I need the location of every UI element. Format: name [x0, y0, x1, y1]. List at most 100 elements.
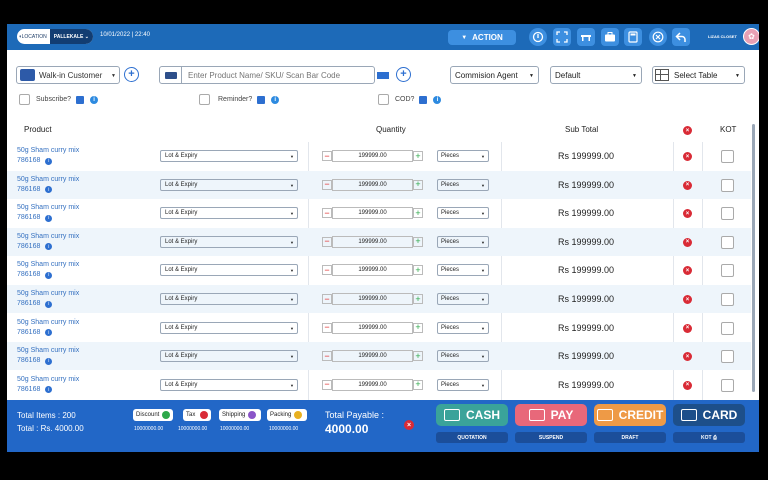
- info-icon[interactable]: i: [45, 157, 53, 165]
- lot-expiry-select[interactable]: Lot & Expiry ▼: [160, 378, 298, 391]
- info-icon[interactable]: i: [45, 271, 53, 279]
- decrease-quantity-button[interactable]: −: [322, 265, 332, 276]
- increase-quantity-button[interactable]: +: [413, 265, 423, 276]
- unit-select[interactable]: Pieces ▼: [437, 378, 489, 391]
- product-name[interactable]: 50g Sham curry mix: [17, 346, 79, 356]
- back-arrow-icon[interactable]: [672, 28, 690, 46]
- quantity-input[interactable]: 199999.00: [332, 321, 413, 334]
- quantity-input[interactable]: 199999.00: [332, 350, 413, 363]
- cancel-sale-button[interactable]: ×: [404, 420, 414, 430]
- product-cell[interactable]: 50g Sham curry mix 786168 i: [17, 375, 79, 395]
- kot-checkbox[interactable]: [721, 350, 734, 364]
- edit-icon[interactable]: [419, 95, 428, 104]
- lot-expiry-select[interactable]: Lot & Expiry ▼: [160, 207, 298, 220]
- calculator-icon[interactable]: [624, 28, 642, 46]
- lot-expiry-select[interactable]: Lot & Expiry ▼: [160, 264, 298, 277]
- close-circle-icon[interactable]: [649, 28, 667, 46]
- avatar[interactable]: ✿: [743, 28, 759, 45]
- decrease-quantity-button[interactable]: −: [322, 379, 332, 390]
- edit-icon[interactable]: [76, 95, 85, 104]
- unit-select[interactable]: Pieces ▼: [437, 321, 489, 334]
- product-name[interactable]: 50g Sham curry mix: [17, 175, 79, 185]
- kot-checkbox[interactable]: [721, 178, 734, 192]
- remove-row-icon[interactable]: ×: [683, 180, 692, 190]
- quantity-input[interactable]: 199999.00: [332, 207, 413, 220]
- info-icon[interactable]: i: [433, 95, 442, 104]
- info-icon[interactable]: i: [90, 95, 99, 104]
- pay-button[interactable]: PAY: [515, 404, 587, 426]
- kot-checkbox[interactable]: [721, 264, 734, 278]
- location-selector[interactable]: LOCATION PALLEKALE ⌄: [17, 29, 93, 44]
- info-icon[interactable]: i: [45, 300, 53, 308]
- commission-agent-select[interactable]: Commision Agent ▼: [450, 66, 539, 84]
- info-icon[interactable]: i: [45, 357, 53, 365]
- product-name[interactable]: 50g Sham curry mix: [17, 375, 79, 385]
- product-name[interactable]: 50g Sham curry mix: [17, 232, 79, 242]
- product-cell[interactable]: 50g Sham curry mix 786168 i: [17, 260, 79, 280]
- product-cell[interactable]: 50g Sham curry mix 786168 i: [17, 346, 79, 366]
- increase-quantity-button[interactable]: +: [413, 208, 423, 219]
- increase-quantity-button[interactable]: +: [413, 151, 423, 161]
- card-button[interactable]: CARD: [673, 404, 745, 426]
- unit-select[interactable]: Pieces ▼: [437, 293, 489, 305]
- kot-checkbox[interactable]: [721, 235, 734, 249]
- product-cell[interactable]: 50g Sham curry mix 786168 i: [17, 289, 79, 309]
- info-icon[interactable]: i: [45, 243, 53, 251]
- kot-checkbox[interactable]: [721, 378, 734, 392]
- increase-quantity-button[interactable]: +: [413, 351, 423, 362]
- unit-select[interactable]: Pieces ▼: [437, 350, 489, 363]
- decrease-quantity-button[interactable]: −: [322, 236, 332, 247]
- decrease-quantity-button[interactable]: −: [322, 208, 332, 219]
- decrease-quantity-button[interactable]: −: [322, 294, 332, 304]
- quantity-input[interactable]: 199999.00: [332, 178, 413, 191]
- reminder-checkbox[interactable]: [199, 94, 210, 105]
- quantity-input[interactable]: 199999.00: [332, 264, 413, 277]
- pricing-group-select[interactable]: Default ▼: [550, 66, 642, 84]
- action-button[interactable]: ▼ ACTION: [448, 30, 516, 45]
- product-name[interactable]: 50g Sham curry mix: [17, 203, 79, 213]
- product-name[interactable]: 50g Sham curry mix: [17, 289, 79, 299]
- product-cell[interactable]: 50g Sham curry mix 786168 i: [17, 318, 79, 338]
- remove-row-icon[interactable]: ×: [683, 266, 692, 276]
- decrease-quantity-button[interactable]: −: [322, 151, 332, 161]
- product-cell[interactable]: 50g Sham curry mix 786168 i: [17, 175, 79, 195]
- increase-quantity-button[interactable]: +: [413, 379, 423, 390]
- remove-row-icon[interactable]: ×: [683, 380, 692, 390]
- tax-button[interactable]: Tax: [183, 409, 211, 421]
- decrease-quantity-button[interactable]: −: [322, 351, 332, 362]
- increase-quantity-button[interactable]: +: [413, 179, 423, 190]
- kot-button[interactable]: KOT ⎙: [673, 432, 745, 443]
- customer-select[interactable]: Walk-in Customer ▼: [16, 66, 120, 84]
- unit-select[interactable]: Pieces ▼: [437, 207, 489, 220]
- kot-checkbox[interactable]: [721, 293, 734, 306]
- add-customer-button[interactable]: +: [124, 67, 139, 82]
- info-icon[interactable]: i: [45, 386, 53, 394]
- briefcase-icon[interactable]: [601, 28, 619, 46]
- product-cell[interactable]: 50g Sham curry mix 786168 i: [17, 203, 79, 223]
- lot-expiry-select[interactable]: Lot & Expiry ▼: [160, 235, 298, 248]
- increase-quantity-button[interactable]: +: [413, 294, 423, 304]
- barcode-icon[interactable]: [377, 72, 389, 79]
- subscribe-checkbox[interactable]: [19, 94, 30, 105]
- quantity-input[interactable]: 199999.00: [332, 150, 413, 162]
- unit-select[interactable]: Pieces ▼: [437, 150, 489, 162]
- remove-row-icon[interactable]: ×: [683, 152, 692, 161]
- decrease-quantity-button[interactable]: −: [322, 179, 332, 190]
- kot-checkbox[interactable]: [721, 207, 734, 221]
- product-name[interactable]: 50g Sham curry mix: [17, 318, 79, 328]
- info-icon[interactable]: i: [45, 214, 53, 222]
- quotation-button[interactable]: QUOTATION: [436, 432, 508, 443]
- remove-row-icon[interactable]: ×: [683, 323, 692, 333]
- unit-select[interactable]: Pieces ▼: [437, 178, 489, 191]
- unit-select[interactable]: Pieces ▼: [437, 235, 489, 248]
- remove-row-icon[interactable]: ×: [683, 209, 692, 219]
- credit-button[interactable]: CREDIT: [594, 404, 666, 426]
- lot-expiry-select[interactable]: Lot & Expiry ▼: [160, 293, 298, 305]
- lot-expiry-select[interactable]: Lot & Expiry ▼: [160, 178, 298, 191]
- info-icon[interactable]: i: [45, 329, 53, 337]
- packing-button[interactable]: Packing: [267, 409, 307, 421]
- lot-expiry-select[interactable]: Lot & Expiry ▼: [160, 150, 298, 162]
- cash-button[interactable]: CASH: [436, 404, 508, 426]
- kot-checkbox[interactable]: [721, 150, 734, 163]
- unit-select[interactable]: Pieces ▼: [437, 264, 489, 277]
